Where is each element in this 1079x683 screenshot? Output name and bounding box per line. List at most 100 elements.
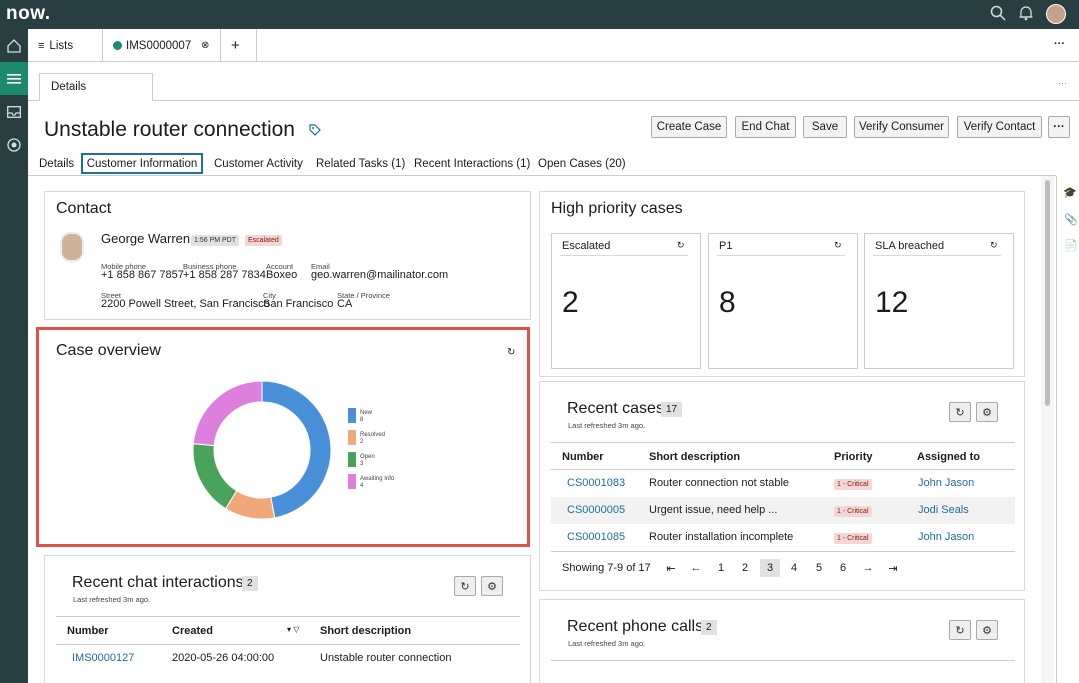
street-value: 2200 Powell Street, San Francisco: [101, 298, 270, 310]
divider: [560, 255, 688, 256]
workspace-tabs: ≡ Lists IMS0000007 ⊗ + ···: [28, 29, 1079, 62]
page-2[interactable]: 2: [735, 559, 755, 577]
refresh-button[interactable]: ↻: [454, 576, 476, 596]
case-description: Urgent issue, need help ...: [649, 504, 778, 516]
refresh-icon[interactable]: ↻: [990, 240, 998, 251]
add-tab-button[interactable]: +: [221, 29, 257, 62]
case-number-link[interactable]: CS0001083: [567, 477, 625, 489]
column-header-number[interactable]: Number: [67, 625, 109, 637]
column-header-number[interactable]: Number: [562, 451, 604, 463]
create-case-button[interactable]: Create Case: [651, 116, 727, 138]
tag-icon[interactable]: [309, 124, 321, 139]
close-tab-icon[interactable]: ⊗: [201, 40, 209, 51]
page-3[interactable]: 3: [760, 559, 780, 577]
tile-value: 2: [562, 286, 579, 319]
scrollbar-thumb[interactable]: [1045, 180, 1050, 406]
subtab-more-button[interactable]: ···: [1058, 78, 1067, 88]
save-button[interactable]: Save: [803, 116, 847, 138]
page-6[interactable]: 6: [833, 559, 853, 577]
next-page-icon[interactable]: →: [858, 559, 878, 577]
p1-tile[interactable]: P1 ↻ 8: [708, 233, 858, 369]
tab-details[interactable]: Details: [39, 153, 74, 174]
scrollbar[interactable]: [1041, 176, 1054, 683]
column-header-priority[interactable]: Priority: [834, 451, 873, 463]
tab-related-tasks[interactable]: Related Tasks (1): [316, 153, 405, 174]
sort-filter-icon[interactable]: ▾ ▽: [287, 625, 299, 634]
donut-slice-new[interactable]: [261, 380, 332, 519]
tab-case[interactable]: IMS0000007 ⊗: [103, 29, 221, 62]
end-chat-button[interactable]: End Chat: [735, 116, 796, 138]
inbox-icon[interactable]: [0, 95, 28, 128]
assigned-to-link[interactable]: John Jason: [918, 477, 974, 489]
high-priority-title: High priority cases: [551, 200, 683, 217]
column-header-created[interactable]: Created: [172, 625, 213, 637]
recent-phone-calls-card: Recent phone calls 2 Last refreshed 3m a…: [539, 599, 1025, 683]
last-page-icon[interactable]: ⇥: [883, 559, 903, 577]
globe-icon[interactable]: [0, 128, 28, 161]
refresh-button[interactable]: ↻: [949, 620, 971, 640]
escalated-tile[interactable]: Escalated ↻ 2: [551, 233, 701, 369]
column-header-short-description[interactable]: Short description: [649, 451, 740, 463]
assigned-to-link[interactable]: John Jason: [918, 531, 974, 543]
account-value: Boxeo: [266, 269, 298, 281]
divider: [56, 644, 520, 645]
recent-chat-count: 2: [242, 576, 258, 591]
sla-breached-tile[interactable]: SLA breached ↻ 12: [864, 233, 1014, 369]
previous-page-icon[interactable]: ←: [686, 559, 706, 577]
column-header-short-description[interactable]: Short description: [320, 625, 411, 637]
table-row[interactable]: CS0000005 Urgent issue, need help ... 1 …: [551, 497, 1015, 524]
assigned-to-link[interactable]: Jodi Seals: [918, 504, 969, 516]
tabs-more-button[interactable]: ···: [1054, 38, 1065, 50]
page-5[interactable]: 5: [809, 559, 829, 577]
business-value[interactable]: +1 858 287 7834: [183, 269, 266, 281]
paperclip-icon[interactable]: 📎: [1064, 213, 1078, 226]
tab-customer-information[interactable]: Customer Information: [81, 153, 203, 174]
settings-button[interactable]: ⚙: [481, 576, 503, 596]
table-row[interactable]: CS0001083 Router connection not stable 1…: [551, 470, 1015, 497]
user-avatar[interactable]: [1046, 4, 1066, 24]
legend-swatch: [348, 452, 356, 467]
refresh-icon[interactable]: ↻: [677, 240, 685, 251]
case-number-link[interactable]: CS0000005: [567, 504, 625, 516]
case-description: Router installation incomplete: [649, 531, 794, 543]
donut-slice-open[interactable]: [192, 443, 238, 510]
recent-chat-title: Recent chat interactions: [72, 574, 244, 591]
chat-number-link[interactable]: IMS0000127: [72, 652, 134, 664]
column-header-assigned-to[interactable]: Assigned to: [917, 451, 980, 463]
first-page-icon[interactable]: ⇤: [661, 559, 681, 577]
graduation-cap-icon[interactable]: 🎓: [1063, 186, 1077, 199]
chat-created: 2020-05-26 04:00:00: [172, 652, 275, 664]
chat-bubble-icon: [113, 41, 122, 50]
bell-icon[interactable]: [1019, 5, 1033, 24]
list-icon[interactable]: [0, 62, 28, 95]
refresh-button[interactable]: ↻: [949, 402, 971, 422]
more-actions-button[interactable]: ···: [1048, 116, 1070, 138]
document-icon[interactable]: 📄: [1064, 239, 1078, 252]
contact-card: Contact George Warren 1:56 PM PDT Escala…: [44, 191, 531, 320]
table-row[interactable]: CS0001085 Router installation incomplete…: [551, 524, 1015, 551]
tab-lists[interactable]: ≡ Lists: [28, 29, 103, 62]
legend-value: 8: [360, 417, 364, 423]
search-icon[interactable]: [990, 5, 1006, 24]
tab-recent-interactions[interactable]: Recent Interactions (1): [414, 153, 530, 174]
verify-consumer-button[interactable]: Verify Consumer: [854, 116, 949, 138]
page-1[interactable]: 1: [711, 559, 731, 577]
divider: [551, 442, 1015, 443]
tab-details-primary[interactable]: Details: [39, 73, 153, 101]
verify-contact-button[interactable]: Verify Contact: [957, 116, 1042, 138]
page-4[interactable]: 4: [784, 559, 804, 577]
settings-button[interactable]: ⚙: [976, 402, 998, 422]
settings-button[interactable]: ⚙: [976, 620, 998, 640]
top-navigation-bar: now.: [0, 0, 1079, 29]
case-number-link[interactable]: CS0001085: [567, 531, 625, 543]
legend-label: Awaiting Info: [360, 476, 395, 482]
refresh-icon[interactable]: ↻: [834, 240, 842, 251]
tab-open-cases[interactable]: Open Cases (20): [538, 153, 626, 174]
mobile-value[interactable]: +1 858 867 7857: [101, 269, 184, 281]
donut-slice-awaiting-info[interactable]: [192, 380, 263, 447]
tile-value: 8: [719, 286, 736, 319]
email-value[interactable]: geo.warren@mailinator.com: [311, 269, 448, 281]
tab-customer-activity[interactable]: Customer Activity: [214, 153, 303, 174]
home-icon[interactable]: [0, 29, 28, 62]
divider: [551, 551, 1015, 552]
